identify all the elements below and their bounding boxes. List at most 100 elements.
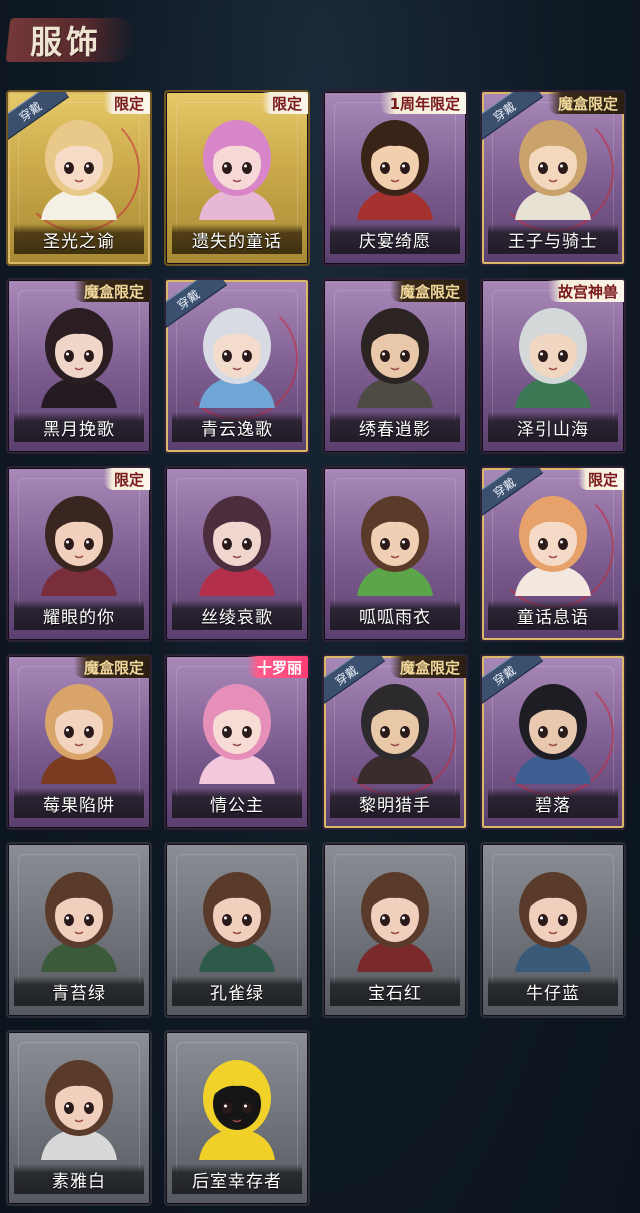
costume-card[interactable]: 魔盒限定 穿戴 黎明猎手: [322, 654, 468, 830]
costume-card[interactable]: 魔盒限定 穿戴 王子与骑士: [480, 90, 626, 266]
costume-name: 呱呱雨衣: [359, 607, 431, 628]
costume-card[interactable]: 素雅白: [6, 1030, 152, 1206]
character-portrait: [41, 1060, 117, 1160]
costume-card[interactable]: 后室幸存者: [164, 1030, 310, 1206]
costume-name: 孔雀绿: [210, 983, 264, 1004]
card-label-bar: 遗失的童话: [172, 224, 302, 254]
character-portrait: [515, 496, 591, 596]
card-label-bar: 情公主: [172, 788, 302, 818]
costume-name: 绣春逍影: [359, 419, 431, 440]
costume-name: 素雅白: [52, 1171, 106, 1192]
limited-badge: 魔盒限定: [389, 280, 466, 302]
card-label-bar: 黎明猎手: [330, 788, 460, 818]
character-portrait: [357, 684, 433, 784]
character-portrait: [357, 308, 433, 408]
costume-name: 圣光之谕: [43, 231, 115, 252]
costume-name: 碧落: [535, 795, 571, 816]
card-label-bar: 圣光之谕: [14, 224, 144, 254]
costume-card[interactable]: 限定遗失的童话: [164, 90, 310, 266]
costume-card[interactable]: 1周年限定庆宴绮愿: [322, 90, 468, 266]
character-portrait: [199, 496, 275, 596]
character-portrait: [357, 120, 433, 220]
costume-name: 黑月挽歌: [43, 419, 115, 440]
costume-card[interactable]: 魔盒限定莓果陷阱: [6, 654, 152, 830]
card-label-bar: 泽引山海: [488, 412, 618, 442]
costume-name: 童话息语: [517, 607, 589, 628]
character-portrait: [515, 872, 591, 972]
card-label-bar: 呱呱雨衣: [330, 600, 460, 630]
costume-card[interactable]: 限定 穿戴 圣光之谕: [6, 90, 152, 266]
card-label-bar: 青云逸歌: [172, 412, 302, 442]
costume-card[interactable]: 孔雀绿: [164, 842, 310, 1018]
card-label-bar: 庆宴绮愿: [330, 224, 460, 254]
limited-badge: 魔盒限定: [389, 656, 466, 678]
limited-badge: 限定: [103, 92, 150, 114]
card-label-bar: 莓果陷阱: [14, 788, 144, 818]
costume-name: 莓果陷阱: [43, 795, 115, 816]
costume-card[interactable]: 青苔绿: [6, 842, 152, 1018]
card-label-bar: 宝石红: [330, 976, 460, 1006]
costume-card[interactable]: 十罗丽情公主: [164, 654, 310, 830]
costume-name: 耀眼的你: [43, 607, 115, 628]
costume-card[interactable]: 呱呱雨衣: [322, 466, 468, 642]
costume-name: 王子与骑士: [508, 231, 598, 252]
costume-card[interactable]: 宝石红: [322, 842, 468, 1018]
costume-card[interactable]: 限定 穿戴 童话息语: [480, 466, 626, 642]
card-label-bar: 青苔绿: [14, 976, 144, 1006]
card-label-bar: 素雅白: [14, 1164, 144, 1194]
costume-name: 泽引山海: [517, 419, 589, 440]
character-portrait: [515, 308, 591, 408]
costume-card[interactable]: 魔盒限定绣春逍影: [322, 278, 468, 454]
limited-badge: 十罗丽: [246, 656, 308, 678]
limited-badge: 魔盒限定: [73, 280, 150, 302]
character-portrait: [357, 872, 433, 972]
character-portrait: [41, 496, 117, 596]
character-portrait: [41, 308, 117, 408]
character-portrait: [515, 684, 591, 784]
costume-card[interactable]: 牛仔蓝: [480, 842, 626, 1018]
character-portrait: [41, 120, 117, 220]
character-portrait: [199, 308, 275, 408]
card-label-bar: 丝绫哀歌: [172, 600, 302, 630]
card-label-bar: 碧落: [488, 788, 618, 818]
limited-badge: 故宫神兽: [547, 280, 624, 302]
costume-name: 宝石红: [368, 983, 422, 1004]
costume-name: 后室幸存者: [192, 1171, 282, 1192]
costume-name: 情公主: [210, 795, 264, 816]
limited-badge: 魔盒限定: [547, 92, 624, 114]
card-label-bar: 牛仔蓝: [488, 976, 618, 1006]
limited-badge: 限定: [261, 92, 308, 114]
costume-name: 牛仔蓝: [526, 983, 580, 1004]
costume-card[interactable]: 穿戴 青云逸歌: [164, 278, 310, 454]
character-portrait: [199, 1060, 275, 1160]
card-label-bar: 耀眼的你: [14, 600, 144, 630]
costume-name: 青苔绿: [52, 983, 106, 1004]
limited-badge: 1周年限定: [379, 92, 466, 114]
card-label-bar: 王子与骑士: [488, 224, 618, 254]
costume-name: 黎明猎手: [359, 795, 431, 816]
character-portrait: [357, 496, 433, 596]
card-label-bar: 孔雀绿: [172, 976, 302, 1006]
card-label-bar: 童话息语: [488, 600, 618, 630]
character-portrait: [199, 120, 275, 220]
costume-card[interactable]: 魔盒限定黑月挽歌: [6, 278, 152, 454]
costume-name: 庆宴绮愿: [359, 231, 431, 252]
limited-badge: 限定: [577, 468, 624, 490]
card-label-bar: 后室幸存者: [172, 1164, 302, 1194]
card-label-bar: 绣春逍影: [330, 412, 460, 442]
character-portrait: [199, 684, 275, 784]
costume-name: 青云逸歌: [201, 419, 273, 440]
character-portrait: [41, 872, 117, 972]
costume-card[interactable]: 故宫神兽泽引山海: [480, 278, 626, 454]
limited-badge: 魔盒限定: [73, 656, 150, 678]
costume-name: 遗失的童话: [192, 231, 282, 252]
costume-card[interactable]: 限定 耀眼的你: [6, 466, 152, 642]
costume-grid: 限定 穿戴 圣光之谕 限定 遗失的童话 1周年限定 庆宴绮愿 魔盒限定 穿戴 王子与骑士 魔盒限定黑…: [0, 0, 640, 1213]
character-portrait: [41, 684, 117, 784]
character-portrait: [199, 872, 275, 972]
costume-card[interactable]: 丝绫哀歌: [164, 466, 310, 642]
costume-name: 丝绫哀歌: [201, 607, 273, 628]
costume-card[interactable]: 穿戴 碧落: [480, 654, 626, 830]
character-portrait: [515, 120, 591, 220]
card-label-bar: 黑月挽歌: [14, 412, 144, 442]
